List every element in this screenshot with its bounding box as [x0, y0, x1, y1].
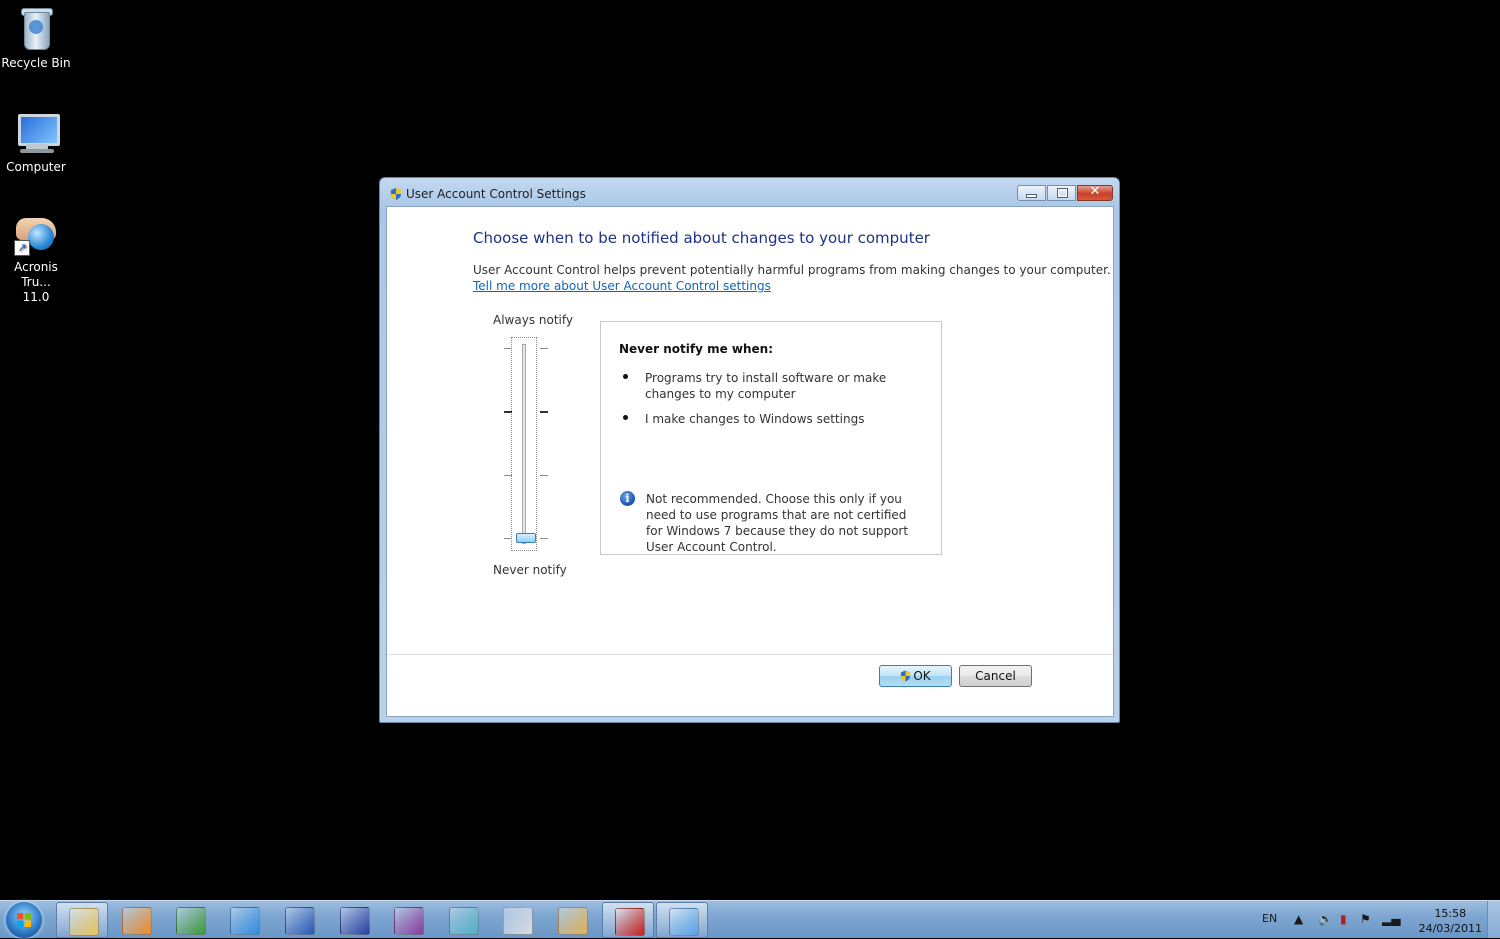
close-button[interactable]: ✕: [1077, 184, 1113, 201]
onenote-icon: [394, 907, 424, 935]
desktop-icon-label-line2: 11.0: [22, 290, 50, 304]
slider-tick: [540, 348, 548, 349]
volume-icon[interactable]: 🔈: [1318, 912, 1333, 926]
taskbar-item[interactable]: [164, 902, 216, 938]
computer-icon: [12, 108, 60, 156]
taskbar-item[interactable]: [382, 902, 434, 938]
taskbar-item[interactable]: [437, 902, 489, 938]
slider-tick: [504, 538, 512, 539]
windows-logo-icon: [17, 913, 31, 927]
slider-thumb[interactable]: [516, 533, 536, 543]
windows-explorer-icon: [69, 908, 99, 936]
level-description-panel: Never notify me when: Programs try to in…: [600, 321, 942, 555]
panel-bullet-item: Programs try to install software or make…: [645, 371, 887, 401]
bullet-icon: [623, 374, 628, 379]
calculator-icon: [503, 907, 533, 935]
show-desktop-button[interactable]: [1487, 901, 1500, 938]
cancel-button[interactable]: Cancel: [959, 665, 1032, 687]
control-panel-icon: [558, 907, 588, 935]
taskbar-item[interactable]: [602, 902, 654, 938]
snipping-tool-icon: [449, 907, 479, 935]
slider-tick: [540, 474, 548, 476]
desktop-icon-acronis[interactable]: ↗ Acronis Tru... 11.0: [0, 208, 72, 305]
show-hidden-icons-icon[interactable]: ▲: [1294, 912, 1303, 926]
chrome-icon: [176, 907, 206, 935]
uac-shield-icon: [901, 670, 911, 682]
taskbar-item[interactable]: [110, 902, 162, 938]
slider-top-label: Always notify: [493, 313, 573, 327]
action-center-flag-icon[interactable]: ⚑: [1360, 912, 1371, 926]
internet-explorer-icon: [230, 907, 260, 935]
taskbar-item[interactable]: [656, 902, 708, 938]
language-indicator[interactable]: EN: [1262, 912, 1277, 925]
word-icon: [285, 907, 315, 935]
learn-more-link[interactable]: Tell me more about User Account Control …: [473, 279, 771, 293]
ok-button[interactable]: OK: [879, 665, 952, 687]
taskbar-item[interactable]: [56, 902, 108, 938]
clock-date: 24/03/2011: [1418, 922, 1482, 935]
slider-bottom-label: Never notify: [493, 563, 567, 577]
uac-settings-icon: [669, 908, 699, 936]
taskbar-item[interactable]: [491, 902, 543, 938]
desktop-icon-computer[interactable]: Computer: [0, 108, 72, 175]
panel-bullet-item: I make changes to Windows settings: [645, 412, 865, 426]
recycle-bin-icon: [12, 4, 60, 52]
clock[interactable]: 15:58 24/03/2011: [1419, 906, 1482, 936]
uac-settings-window: User Account Control Settings ✕ Choose w…: [379, 177, 1120, 723]
title-bar[interactable]: User Account Control Settings ✕: [380, 178, 1119, 206]
clock-time: 15:58: [1434, 907, 1467, 920]
desktop-icon-recycle-bin[interactable]: Recycle Bin: [0, 4, 72, 71]
slider-tick: [540, 411, 548, 414]
taskbar: EN ▲ 🔈 ▮ ⚑ ▂▄ 15:58 24/03/2011: [0, 900, 1500, 938]
slider-tick: [504, 411, 512, 414]
minimize-icon: [1027, 195, 1036, 197]
network-signal-icon[interactable]: ▂▄: [1382, 912, 1400, 926]
desktop-icon-label: Computer: [6, 160, 66, 174]
footer-separator: [387, 654, 1113, 655]
window-controls: ✕: [1016, 184, 1113, 203]
acrobat-icon: [615, 908, 645, 936]
power-icon[interactable]: ▮: [1340, 912, 1347, 926]
window-title: User Account Control Settings: [406, 187, 586, 201]
maximize-button[interactable]: [1047, 185, 1076, 201]
media-player-icon: [122, 907, 152, 935]
desktop-icon-label: Recycle Bin: [1, 56, 71, 70]
info-text: Not recommended. Choose this only if you…: [646, 492, 909, 554]
close-icon: ✕: [1089, 184, 1101, 199]
maximize-icon: [1058, 189, 1067, 197]
taskbar-item[interactable]: [546, 902, 598, 938]
notification-level-slider[interactable]: [504, 337, 548, 551]
taskbar-item[interactable]: [328, 902, 380, 938]
start-button[interactable]: [6, 902, 42, 938]
dialog-content: Choose when to be notified about changes…: [386, 206, 1114, 717]
save-disk-icon: [340, 907, 370, 935]
taskbar-item[interactable]: [218, 902, 270, 938]
info-icon: i: [620, 491, 635, 506]
desktop-icon-label-line1: Acronis Tru...: [14, 260, 58, 289]
slider-tick: [504, 348, 512, 349]
taskbar-item[interactable]: [273, 902, 325, 938]
slider-track[interactable]: [522, 344, 526, 544]
slider-tick: [504, 474, 512, 476]
ok-button-label: OK: [913, 669, 931, 683]
panel-title: Never notify me when:: [619, 342, 774, 356]
acronis-icon: ↗: [12, 208, 60, 256]
shortcut-arrow-icon: ↗: [14, 240, 30, 256]
bullet-icon: [623, 415, 628, 420]
page-heading: Choose when to be notified about changes…: [473, 229, 930, 247]
slider-tick: [540, 538, 548, 539]
system-tray: EN ▲ 🔈 ▮ ⚑ ▂▄ 15:58 24/03/2011: [1250, 901, 1500, 939]
minimize-button[interactable]: [1017, 185, 1046, 201]
uac-shield-icon: [391, 188, 401, 200]
description-text: User Account Control helps prevent poten…: [473, 263, 1111, 277]
